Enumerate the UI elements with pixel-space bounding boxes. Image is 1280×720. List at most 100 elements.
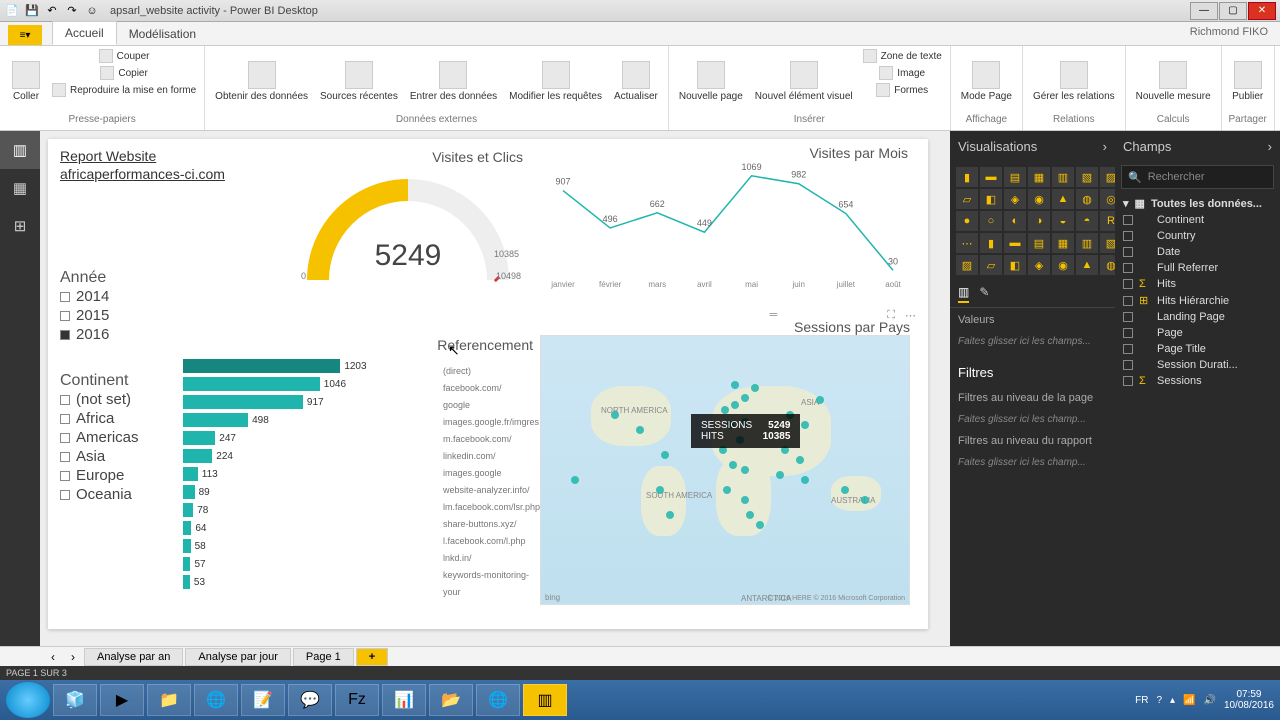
map-bubble[interactable] [741, 394, 749, 402]
report-view-icon[interactable]: ▥ [0, 131, 40, 169]
viz-type-icon[interactable]: ● [956, 211, 978, 231]
taskbar-app[interactable]: 🧊 [53, 684, 97, 716]
taskbar-app[interactable]: 📝 [241, 684, 285, 716]
field-item[interactable]: Continent [1115, 212, 1280, 228]
map-bubble[interactable] [729, 461, 737, 469]
taskbar-app[interactable]: 💬 [288, 684, 332, 716]
field-item[interactable]: Page Title [1115, 341, 1280, 357]
field-item[interactable]: Session Durati... [1115, 357, 1280, 373]
viz-type-icon[interactable]: ▮ [956, 167, 978, 187]
viz-type-icon[interactable]: ▱ [956, 189, 978, 209]
model-view-icon[interactable]: ⊞ [0, 207, 40, 245]
map-bubble[interactable] [571, 476, 579, 484]
map-bubble[interactable] [751, 384, 759, 392]
tab-accueil[interactable]: Accueil [52, 21, 117, 45]
tray-time[interactable]: 07:59 [1224, 689, 1274, 700]
enter-data-button[interactable]: Entrer des données [406, 48, 501, 114]
page-tab[interactable]: Analyse par jour [185, 648, 291, 666]
viz-type-icon[interactable]: ◑ [1028, 211, 1050, 231]
map-sessions-pays[interactable]: Sessions par Pays NORTH AMERICA SOUTH AM… [540, 319, 910, 605]
tray-date[interactable]: 10/08/2016 [1224, 700, 1274, 711]
map-bubble[interactable] [746, 511, 754, 519]
viz-type-icon[interactable]: ▨ [956, 255, 978, 275]
taskbar-app[interactable]: 🌐 [476, 684, 520, 716]
paste-button[interactable]: Coller [6, 48, 46, 114]
field-item[interactable]: Landing Page [1115, 309, 1280, 325]
publish-button[interactable]: Publier [1228, 48, 1268, 114]
viz-type-icon[interactable]: ▤ [1028, 233, 1050, 253]
recent-sources-button[interactable]: Sources récentes [316, 48, 402, 114]
table-node[interactable]: ▾▦Toutes les données... [1115, 195, 1280, 212]
textbox-button[interactable]: Zone de texte [861, 48, 944, 64]
collapse-icon[interactable]: › [1103, 139, 1107, 154]
viz-type-icon[interactable]: ▥ [1052, 167, 1074, 187]
page-filters-dropzone[interactable]: Faites glisser ici les champ... [950, 410, 1115, 429]
tray-lang[interactable]: FR [1135, 695, 1148, 706]
page-mode-button[interactable]: Mode Page [957, 48, 1016, 114]
map-bubble[interactable] [656, 486, 664, 494]
new-visual-button[interactable]: Nouvel élément visuel [751, 48, 857, 114]
tray-network-icon[interactable]: 📶 [1183, 695, 1195, 706]
tray-chevron-icon[interactable]: ▴ [1170, 695, 1175, 706]
viz-type-icon[interactable]: ◈ [1004, 189, 1026, 209]
bar-chart-referencement[interactable]: Referencement 12031046917498247224113897… [183, 337, 533, 591]
close-button[interactable]: ✕ [1248, 2, 1276, 20]
qat-file-icon[interactable]: 📄 [4, 3, 20, 19]
qat-redo-icon[interactable]: ↷ [64, 3, 80, 19]
taskbar-app[interactable]: Fz [335, 684, 379, 716]
field-item[interactable]: Date [1115, 244, 1280, 260]
field-item[interactable]: Page [1115, 325, 1280, 341]
map-bubble[interactable] [741, 496, 749, 504]
taskbar-app-powerbi[interactable]: ▥ [523, 684, 567, 716]
start-button[interactable] [6, 682, 50, 718]
field-item[interactable]: Σ Sessions [1115, 373, 1280, 389]
viz-type-icon[interactable]: ◉ [1028, 189, 1050, 209]
qat-undo-icon[interactable]: ↶ [44, 3, 60, 19]
map-bubble[interactable] [611, 411, 619, 419]
map-bubble[interactable] [861, 496, 869, 504]
viz-type-icon[interactable]: ◍ [1076, 189, 1098, 209]
map-bubble[interactable] [816, 396, 824, 404]
map-bubble[interactable] [796, 456, 804, 464]
format-tab-icon[interactable]: ✎ [979, 285, 989, 303]
qat-save-icon[interactable]: 💾 [24, 3, 40, 19]
map-bubble[interactable] [731, 381, 739, 389]
viz-type-icon[interactable]: ○ [980, 211, 1002, 231]
cut-button[interactable]: Couper [50, 48, 198, 64]
get-data-button[interactable]: Obtenir des données [211, 48, 312, 114]
values-dropzone[interactable]: Faites glisser ici les champs... [950, 332, 1115, 351]
map-box[interactable]: NORTH AMERICA SOUTH AMERICA ASIA AUSTRAL… [540, 335, 910, 605]
map-bubble[interactable] [776, 471, 784, 479]
file-menu-button[interactable]: ≡▾ [8, 25, 42, 45]
map-bubble[interactable] [666, 511, 674, 519]
minimize-button[interactable]: — [1190, 2, 1218, 20]
page-prev-icon[interactable]: ‹ [44, 650, 62, 664]
map-bubble[interactable] [801, 421, 809, 429]
map-bubble[interactable] [721, 406, 729, 414]
report-canvas[interactable]: Report Website africaperformances-ci.com… [40, 131, 950, 646]
refresh-button[interactable]: Actualiser [610, 48, 662, 114]
copy-button[interactable]: Copier [50, 65, 198, 81]
fields-tab-icon[interactable]: ▥ [958, 285, 969, 303]
viz-type-icon[interactable]: ▧ [1076, 167, 1098, 187]
viz-type-icon[interactable]: ▱ [980, 255, 1002, 275]
shapes-button[interactable]: Formes [861, 82, 944, 98]
field-item[interactable]: Country [1115, 228, 1280, 244]
viz-type-icon[interactable]: ▤ [1004, 167, 1026, 187]
viz-type-icon[interactable]: ◈ [1028, 255, 1050, 275]
maximize-button[interactable]: ▢ [1219, 2, 1247, 20]
add-page-button[interactable]: + [356, 648, 388, 666]
viz-type-icon[interactable]: ⋯ [956, 233, 978, 253]
field-item[interactable]: Full Referrer [1115, 260, 1280, 276]
field-item[interactable]: Σ Hits [1115, 276, 1280, 292]
data-view-icon[interactable]: ▦ [0, 169, 40, 207]
tab-modelisation[interactable]: Modélisation [117, 23, 208, 45]
visualization-picker[interactable]: ▮▬▤▦▥▧▨▱◧◈◉▲◍◎●○◐◑◒◓R⋯▮▬▤▦▥▧▨▱◧◈◉▲◍ [950, 161, 1115, 281]
taskbar-app[interactable]: 📊 [382, 684, 426, 716]
map-bubble[interactable] [636, 426, 644, 434]
fields-search[interactable]: 🔍Rechercher [1121, 165, 1274, 189]
viz-type-icon[interactable]: ◧ [980, 189, 1002, 209]
report-filters-dropzone[interactable]: Faites glisser ici les champ... [950, 453, 1115, 472]
viz-type-icon[interactable]: ▦ [1028, 167, 1050, 187]
taskbar-app[interactable]: ▶ [100, 684, 144, 716]
